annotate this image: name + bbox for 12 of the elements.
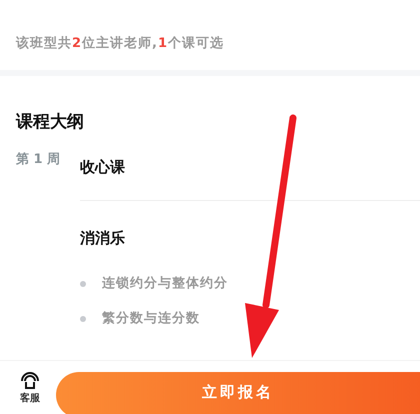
lesson-title: 消消乐 — [80, 228, 126, 250]
outline-heading: 课程大纲 — [14, 110, 85, 134]
topic-text: 连锁约分与整体约分 — [102, 274, 228, 293]
topic-text: 繁分数与连分数 — [102, 310, 200, 328]
class-summary-text: 该班型共2位主讲老师,1个课可选 — [14, 34, 226, 53]
headset-icon[interactable] — [19, 369, 41, 391]
lesson-title: 收心课 — [80, 156, 126, 178]
bullet-dot — [80, 280, 86, 287]
enroll-button[interactable]: 立即报名 — [56, 372, 420, 414]
week-label: 第 1 周 — [15, 150, 62, 169]
service-label: 客服 — [20, 391, 40, 406]
bullet-dot — [80, 316, 86, 322]
